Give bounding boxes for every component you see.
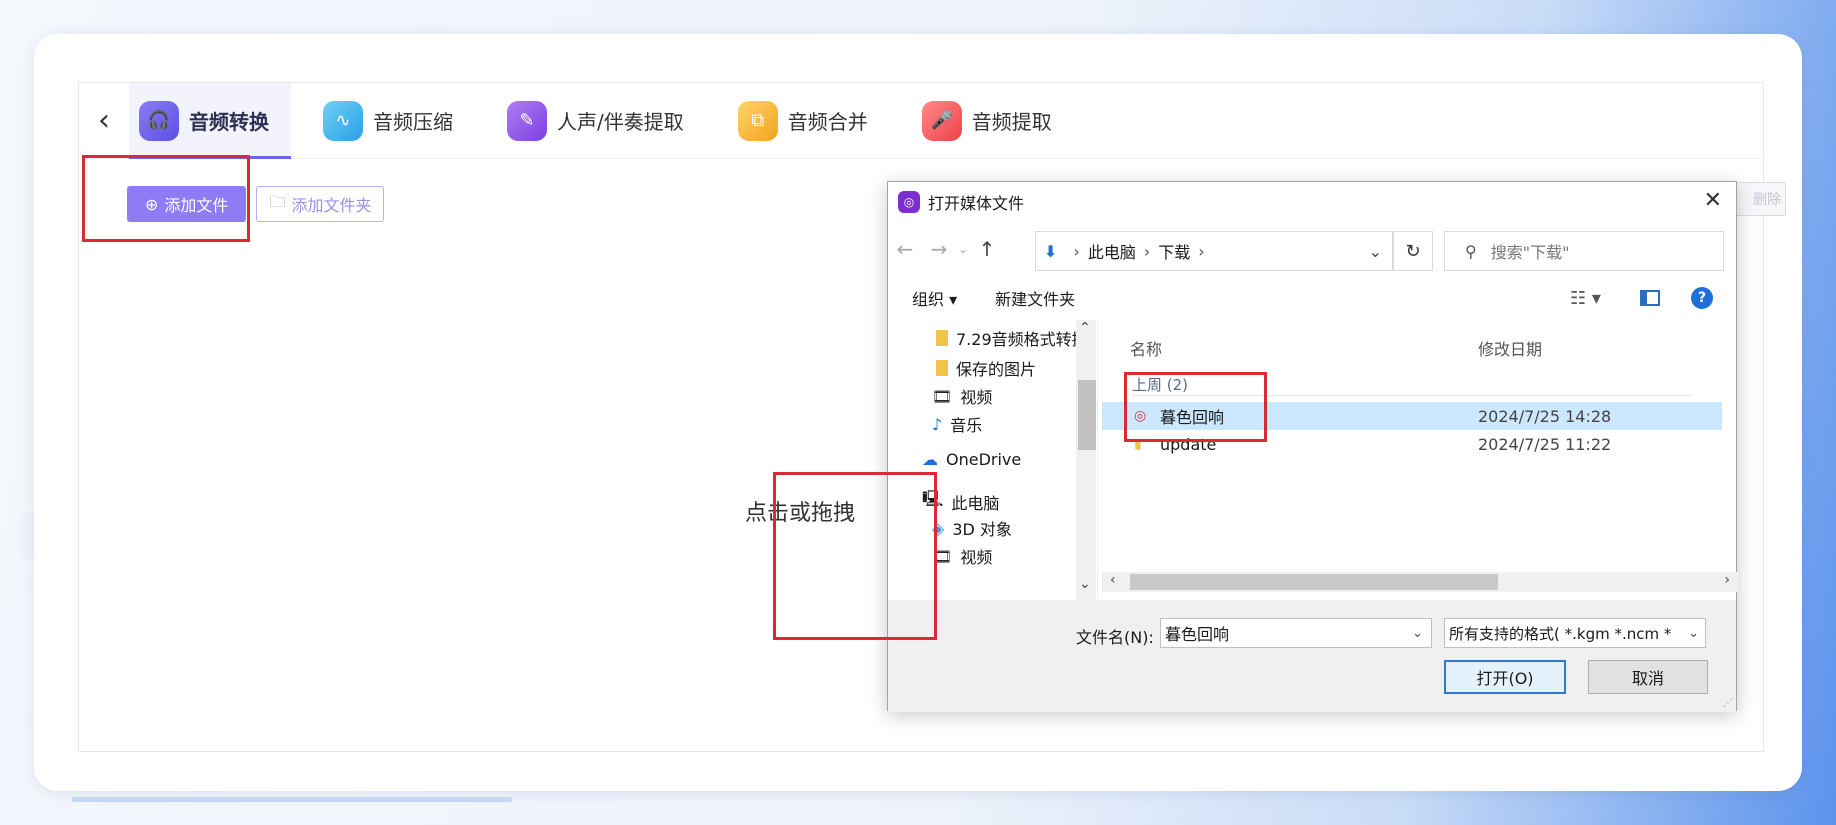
search-icon: ⚲: [1465, 241, 1477, 261]
tree-item[interactable]: 7.29音频格式转换: [936, 326, 1088, 350]
recent-dropdown-icon[interactable]: ⌄: [956, 242, 970, 256]
dialog-title: 打开媒体文件: [928, 194, 1025, 213]
chevron-right-icon: ›: [1143, 241, 1151, 261]
tree-item[interactable]: ♪ 音乐: [932, 412, 982, 436]
tab-vocal-extract[interactable]: ✎ 人声/伴奏提取: [497, 83, 706, 159]
command-bar: 组织 ▾ 新建文件夹 ☷ ▾ ?: [888, 278, 1736, 318]
highlight-box-drop-zone: [773, 472, 937, 640]
folder-icon: [936, 330, 948, 346]
view-options-icon[interactable]: ☷ ▾: [1570, 288, 1601, 309]
tab-label: 音频合并: [787, 110, 868, 134]
add-folder-label: 添加文件夹: [291, 196, 372, 215]
music-icon: ♪: [932, 414, 943, 434]
tab-label: 音频提取: [971, 110, 1052, 134]
tab-audio-compress[interactable]: ∿ 音频压缩: [313, 83, 475, 159]
breadcrumb-this-pc[interactable]: 此电脑: [1088, 239, 1136, 263]
open-file-dialog: ◎ 打开媒体文件 ✕ ← → ⌄ ↑ ⬇ › 此电脑 › 下载 › ⌄ ↻ ⚲ …: [887, 181, 1738, 712]
highlight-box-selected-file: [1124, 372, 1267, 442]
close-icon[interactable]: ✕: [1704, 188, 1722, 213]
breadcrumb-downloads[interactable]: 下载: [1158, 239, 1190, 263]
organize-menu[interactable]: 组织 ▾: [912, 286, 957, 310]
chevron-down-icon[interactable]: ⌄: [1369, 242, 1382, 261]
back-arrow-icon[interactable]: ←: [888, 237, 922, 261]
feather-icon: ✎: [507, 100, 547, 141]
scroll-left-icon[interactable]: ‹: [1110, 572, 1116, 588]
filename-label: 文件名(N):: [1076, 628, 1154, 647]
preview-pane-icon[interactable]: [1640, 290, 1660, 306]
tab-label: 音频压缩: [373, 110, 453, 134]
scroll-right-icon[interactable]: ›: [1724, 572, 1730, 588]
list-header: 名称 修改日期: [1102, 320, 1738, 374]
resize-grip-icon[interactable]: ⋰: [1723, 698, 1733, 709]
search-input[interactable]: ⚲ 搜索"下载": [1444, 231, 1724, 271]
tree-item[interactable]: 🎞 视频: [932, 544, 992, 568]
filename-field[interactable]: 暮色回响 ⌄: [1160, 618, 1432, 648]
list-horizontal-scrollbar[interactable]: ‹ ›: [1102, 572, 1738, 592]
tab-audio-convert[interactable]: 🎧 音频转换: [129, 82, 291, 159]
column-date[interactable]: 修改日期: [1478, 336, 1542, 360]
chevron-down-icon[interactable]: ⌄: [1412, 626, 1423, 641]
folder-icon: [936, 360, 948, 376]
back-button[interactable]: ‹: [79, 83, 129, 159]
scrollbar-thumb[interactable]: [1130, 574, 1498, 590]
highlight-box-add-file: [82, 155, 250, 242]
dialog-footer: 文件名(N): 暮色回响 ⌄ 所有支持的格式( *.kgm *.ncm * ⌄ …: [888, 600, 1736, 712]
tab-label: 人声/伴奏提取: [557, 110, 684, 134]
app-icon: ◎: [898, 191, 920, 213]
microphone-icon: 🎤: [921, 100, 962, 141]
waveform-icon: ∿: [323, 100, 363, 141]
folder-outline-icon: 🗀: [269, 191, 286, 211]
tab-label: 音频转换: [189, 110, 269, 134]
chevron-down-icon[interactable]: ⌄: [1688, 625, 1699, 641]
video-icon: 🎞: [932, 386, 953, 406]
cloud-icon: ☁: [922, 450, 938, 469]
scroll-up-icon[interactable]: ⌃: [1079, 320, 1091, 336]
tree-item[interactable]: 🎞 视频: [932, 384, 992, 408]
address-bar[interactable]: ⬇ › 此电脑 › 下载 › ⌄: [1035, 231, 1393, 271]
merge-icon: ⧉: [737, 100, 778, 141]
tree-item[interactable]: ☁ OneDrive: [922, 450, 1021, 469]
search-placeholder: 搜索"下载": [1490, 243, 1570, 262]
chevron-left-icon: ‹: [98, 103, 110, 138]
chevron-right-icon: ›: [1198, 241, 1205, 261]
column-name[interactable]: 名称: [1130, 336, 1162, 360]
tab-audio-merge[interactable]: ⧉ 音频合并: [728, 83, 890, 159]
open-button[interactable]: 打开(O): [1444, 660, 1566, 694]
refresh-button[interactable]: ↻: [1393, 231, 1433, 271]
feature-tabbar: ‹ 🎧 音频转换 ∿ 音频压缩 ✎ 人声/伴奏提取 ⧉ 音频合并 🎤 音频提取: [79, 82, 1763, 159]
download-icon: ⬇: [1044, 241, 1058, 261]
tab-audio-extract[interactable]: 🎤 音频提取: [912, 83, 1074, 159]
up-arrow-icon[interactable]: ↑: [970, 237, 1004, 261]
chevron-right-icon: ›: [1073, 241, 1080, 261]
cancel-button[interactable]: 取消: [1588, 660, 1708, 694]
navigation-bar: ← → ⌄ ↑ ⬇ › 此电脑 › 下载 › ⌄ ↻ ⚲ 搜索"下载": [888, 228, 1736, 271]
help-icon[interactable]: ?: [1691, 287, 1713, 309]
dialog-titlebar: ◎ 打开媒体文件 ✕: [888, 182, 1736, 222]
filetype-select[interactable]: 所有支持的格式( *.kgm *.ncm * ⌄: [1444, 618, 1706, 648]
headphones-icon: 🎧: [139, 100, 179, 141]
file-list: 名称 修改日期 上周 (2) ◎ 暮色回响 2024/7/25 14:28 ▮ …: [1102, 320, 1738, 600]
tree-scrollbar[interactable]: [1076, 320, 1096, 600]
tree-item[interactable]: ◈ 3D 对象: [932, 516, 1012, 540]
new-folder-button[interactable]: 新建文件夹: [995, 286, 1075, 310]
tree-scrollbar-thumb[interactable]: [1078, 380, 1096, 450]
add-folder-button[interactable]: 🗀 添加文件夹: [256, 186, 385, 222]
scroll-down-icon[interactable]: ⌄: [1079, 576, 1091, 592]
bottom-accent-line: [72, 797, 512, 802]
tree-item[interactable]: 保存的图片: [936, 356, 1036, 380]
forward-arrow-icon[interactable]: →: [922, 237, 956, 261]
refresh-icon: ↻: [1405, 240, 1421, 262]
